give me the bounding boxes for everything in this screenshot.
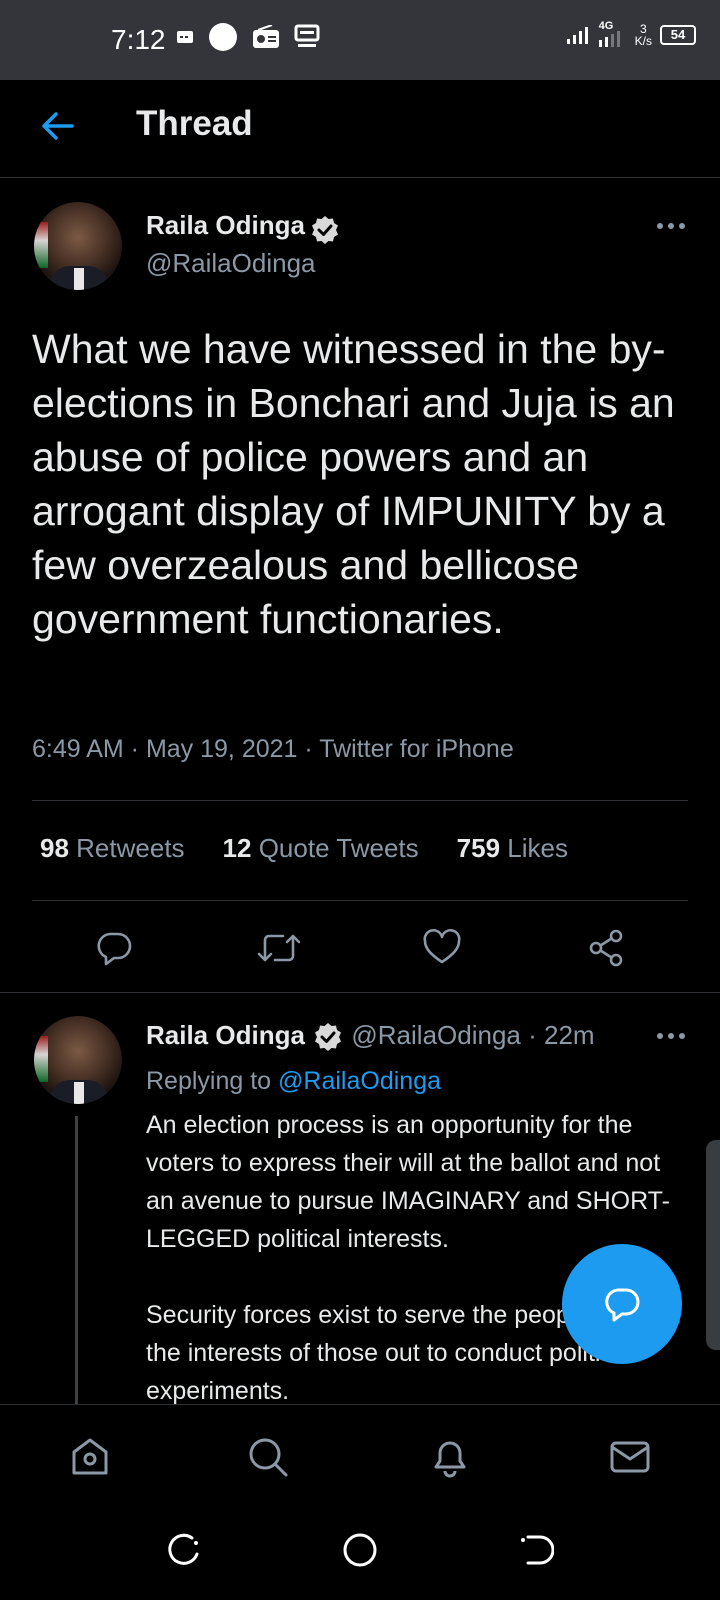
quotes-stat[interactable]: 12 Quote Tweets [223, 833, 419, 864]
reply-author-row: Raila Odinga @RailaOdinga · 22m [146, 1020, 595, 1053]
author-row: Raila Odinga [146, 210, 341, 246]
retweet-icon[interactable] [257, 928, 301, 968]
verified-badge-icon [312, 215, 339, 244]
desktop-notification-icon [294, 24, 320, 47]
retweets-count: 98 [40, 833, 69, 863]
replying-to-label: Replying to [146, 1067, 272, 1095]
network-speed: 3 K/s [635, 23, 652, 47]
radio-notification-icon [253, 25, 279, 48]
reply-author-handle[interactable]: @RailaOdinga [351, 1020, 520, 1050]
author-handle[interactable]: @RailaOdinga [146, 248, 315, 279]
home-icon[interactable] [68, 1435, 112, 1479]
status-bar: 7:12 4G 3 K/s 54 [0, 0, 720, 80]
wifi-signal-icon [566, 27, 588, 44]
page-title: Thread [136, 104, 253, 143]
divider [0, 992, 720, 993]
back-button-icon[interactable] [518, 1532, 554, 1568]
tweet-actions [0, 920, 720, 980]
tweet-text: What we have witnessed in the by-electio… [32, 326, 675, 642]
search-icon[interactable] [246, 1435, 290, 1479]
status-system-icons: 4G 3 K/s 54 [565, 20, 696, 48]
compose-reply-button[interactable] [562, 1244, 682, 1364]
replying-to: Replying to @RailaOdinga [146, 1067, 441, 1096]
bell-icon[interactable] [428, 1435, 472, 1479]
retweets-label: Retweets [76, 833, 185, 863]
reply-age: · 22m [528, 1020, 595, 1050]
reply-icon[interactable] [94, 928, 134, 968]
retweets-stat[interactable]: 98 Retweets [40, 833, 185, 864]
divider [32, 900, 688, 901]
likes-count: 759 [456, 833, 501, 863]
likes-label: Likes [507, 833, 568, 863]
status-notification-icons [176, 22, 320, 52]
reply-avatar[interactable] [34, 1016, 122, 1104]
tweet-stats: 98 Retweets 12 Quote Tweets 759 Likes [40, 833, 568, 864]
mail-icon[interactable] [608, 1435, 652, 1479]
system-navigation-bar [0, 1504, 720, 1600]
reply-author-name[interactable]: Raila Odinga [146, 1020, 305, 1050]
message-notification-icon [177, 31, 193, 43]
cell-signal-icon: 4G [597, 20, 627, 48]
likes-stat[interactable]: 759 Likes [457, 833, 568, 864]
share-icon[interactable] [586, 928, 626, 968]
home-button-icon[interactable] [342, 1532, 378, 1568]
more-horizontal-icon[interactable] [656, 222, 686, 230]
compose-reply-icon [605, 1288, 640, 1322]
avatar[interactable] [34, 202, 122, 290]
thread-connector-line [75, 1116, 78, 1406]
heart-icon[interactable] [422, 928, 462, 968]
verified-badge-icon [315, 1023, 342, 1052]
status-time: 7:12 [111, 24, 166, 55]
quotes-count: 12 [222, 833, 252, 863]
battery-indicator: 54 [660, 25, 696, 45]
replying-to-handle[interactable]: @RailaOdinga [278, 1067, 441, 1095]
record-notification-icon [209, 23, 237, 51]
more-horizontal-icon[interactable] [656, 1032, 686, 1040]
tweet-meta: 6:49 AM · May 19, 2021 · Twitter for iPh… [32, 735, 514, 763]
arrow-left-icon[interactable] [40, 110, 74, 142]
thread-header: Thread [0, 80, 720, 178]
quotes-label: Quote Tweets [258, 833, 419, 863]
reply-paragraph: An election process is an opportunity fo… [146, 1111, 670, 1253]
divider [32, 800, 688, 801]
recent-apps-icon[interactable] [166, 1532, 202, 1568]
author-name[interactable]: Raila Odinga [146, 210, 305, 240]
bottom-tab-bar [0, 1404, 720, 1504]
scrollbar[interactable] [706, 1140, 720, 1350]
network-speed-unit: K/s [634, 34, 652, 48]
